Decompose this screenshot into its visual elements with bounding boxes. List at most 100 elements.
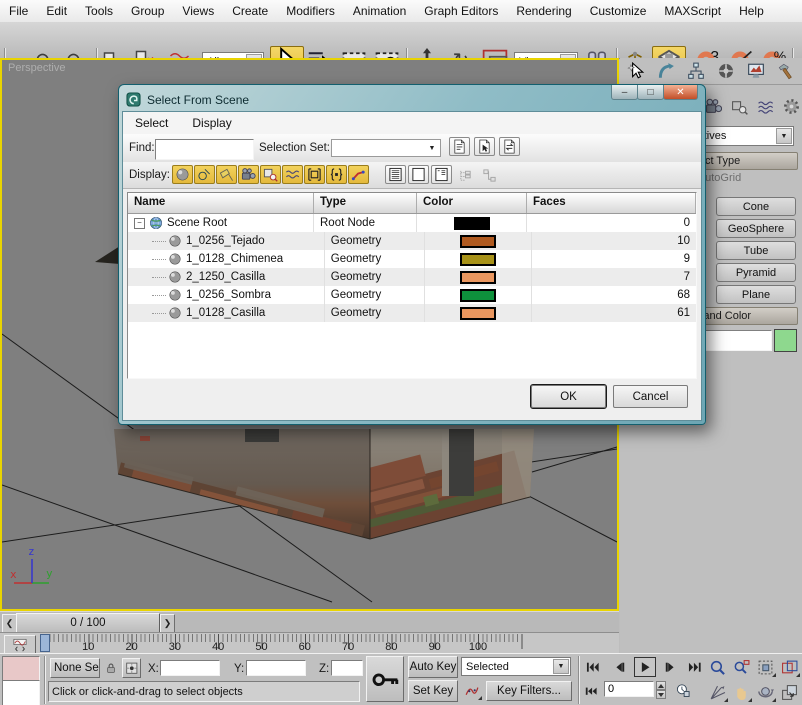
node-color-swatch[interactable] — [460, 271, 496, 284]
previous-frame-button[interactable] — [610, 658, 630, 676]
track-ruler[interactable]: 0102030405060708090100 — [0, 633, 619, 654]
selection-set-dropdown[interactable]: ▼ — [331, 139, 441, 157]
node-color-swatch[interactable] — [460, 307, 496, 320]
node-color-swatch[interactable] — [454, 217, 490, 230]
display-filter-toggle[interactable] — [348, 165, 369, 184]
frame-spinner[interactable] — [656, 681, 666, 699]
table-row[interactable]: − 1_0256_Tejado Geometry 10 — [128, 232, 696, 250]
dialog-menu-item[interactable]: Select — [123, 116, 180, 130]
previous-frame-arrow[interactable]: ❮ — [2, 614, 17, 633]
selection-set-button[interactable] — [474, 137, 495, 156]
create-category-icon[interactable] — [754, 96, 776, 116]
display-filter-toggle[interactable] — [216, 165, 237, 184]
key-mode-toggle-button[interactable] — [582, 682, 600, 700]
z-coordinate-field[interactable] — [331, 660, 363, 676]
field-of-view-button[interactable] — [706, 682, 728, 702]
ok-button[interactable]: OK — [531, 385, 606, 408]
table-row[interactable]: − 2_1250_Casilla Geometry 7 — [128, 268, 696, 286]
menu-item[interactable]: Animation — [344, 1, 415, 22]
maxscript-mini-listener-white[interactable] — [2, 680, 40, 705]
display-filter-toggle[interactable] — [194, 165, 215, 184]
menu-item[interactable]: Customize — [581, 1, 656, 22]
next-frame-arrow[interactable]: ❯ — [160, 614, 175, 633]
key-curve-icon[interactable] — [462, 682, 482, 700]
play-button[interactable] — [634, 657, 656, 677]
primitive-button[interactable]: Pyramid — [716, 263, 796, 282]
node-color-swatch[interactable] — [460, 235, 496, 248]
object-color-swatch[interactable] — [774, 329, 797, 352]
x-coordinate-field[interactable] — [160, 660, 220, 676]
table-header[interactable]: Name Type Color Faces — [128, 193, 696, 214]
primitive-button[interactable]: GeoSphere — [716, 219, 796, 238]
absolute-mode-toggle[interactable] — [122, 658, 141, 678]
display-filter-toggle[interactable] — [282, 165, 303, 184]
chevron-down-icon[interactable]: ▼ — [776, 128, 792, 144]
display-filter-toggle[interactable] — [326, 165, 347, 184]
create-category-icon[interactable] — [780, 96, 802, 116]
menu-item[interactable]: Views — [173, 1, 223, 22]
menu-item[interactable]: Group — [122, 1, 173, 22]
command-panel-tab[interactable] — [654, 60, 678, 82]
dialog-menu-item[interactable]: Display — [180, 116, 243, 130]
cancel-button[interactable]: Cancel — [613, 385, 688, 408]
key-mode-dropdown[interactable]: Selected▼ — [461, 657, 571, 676]
menu-item[interactable]: File — [0, 1, 37, 22]
dialog-title-bar[interactable]: Select From Scene – □ ✕ — [122, 88, 702, 111]
find-input[interactable] — [155, 139, 254, 160]
command-panel-tab[interactable] — [744, 60, 768, 82]
auto-key-button[interactable]: Auto Key — [408, 656, 458, 678]
maximize-viewport-toggle[interactable] — [778, 682, 800, 702]
selection-set-button[interactable] — [449, 137, 470, 156]
go-to-end-button[interactable] — [684, 658, 706, 676]
create-category-icon[interactable] — [728, 96, 750, 116]
mini-curve-editor-button[interactable] — [4, 635, 36, 654]
menu-item[interactable]: MAXScript — [655, 1, 730, 22]
list-view-button[interactable] — [408, 165, 429, 184]
arc-rotate-button[interactable] — [754, 682, 776, 702]
display-filter-toggle[interactable] — [238, 165, 259, 184]
menu-item[interactable]: Rendering — [507, 1, 580, 22]
primitive-button[interactable]: Plane — [716, 285, 796, 304]
command-panel-tab[interactable] — [684, 60, 708, 82]
column-name[interactable]: Name — [128, 193, 314, 213]
current-frame-field[interactable] — [604, 681, 654, 697]
node-color-swatch[interactable] — [460, 289, 496, 302]
node-color-swatch[interactable] — [460, 253, 496, 266]
zoom-button[interactable] — [706, 657, 728, 677]
zoom-extents-all-button[interactable] — [778, 657, 800, 677]
zoom-all-button[interactable] — [730, 657, 752, 677]
set-keys-button[interactable] — [366, 656, 404, 702]
zoom-extents-button[interactable] — [754, 657, 776, 677]
table-row[interactable]: − 1_0128_Casilla Geometry 61 — [128, 304, 696, 322]
column-color[interactable]: Color — [417, 193, 527, 213]
pan-button[interactable] — [730, 682, 752, 702]
list-view-button[interactable] — [385, 165, 406, 184]
set-key-button[interactable]: Set Key — [408, 680, 458, 702]
maxscript-mini-listener-pink[interactable] — [2, 656, 40, 682]
command-panel-tab[interactable] — [714, 60, 738, 82]
time-slider[interactable]: 0 / 100 — [16, 613, 160, 633]
display-filter-toggle[interactable] — [260, 165, 281, 184]
primitive-button[interactable]: Cone — [716, 197, 796, 216]
table-row[interactable]: − Scene Root Root Node 0 — [128, 214, 696, 232]
command-panel-tab[interactable] — [774, 60, 798, 82]
menu-item[interactable]: Edit — [37, 1, 76, 22]
display-filter-toggle[interactable] — [304, 165, 325, 184]
go-to-start-button[interactable] — [582, 658, 604, 676]
table-row[interactable]: − 1_0128_Chimenea Geometry 9 — [128, 250, 696, 268]
menu-item[interactable]: Create — [223, 1, 277, 22]
time-configuration-button[interactable] — [672, 681, 694, 699]
menu-item[interactable]: Modifiers — [277, 1, 344, 22]
selection-set-button[interactable] — [499, 137, 520, 156]
y-coordinate-field[interactable] — [246, 660, 306, 676]
menu-item[interactable]: Tools — [76, 1, 122, 22]
minimize-button[interactable]: – — [611, 85, 638, 100]
list-view-button[interactable] — [431, 165, 452, 184]
current-frame-marker[interactable] — [40, 634, 50, 652]
column-faces[interactable]: Faces — [527, 193, 696, 213]
menu-item[interactable]: Graph Editors — [415, 1, 507, 22]
selection-lock-icon[interactable] — [103, 659, 118, 677]
chevron-down-icon[interactable]: ▼ — [553, 659, 569, 674]
close-button[interactable]: ✕ — [663, 85, 698, 100]
column-type[interactable]: Type — [314, 193, 417, 213]
